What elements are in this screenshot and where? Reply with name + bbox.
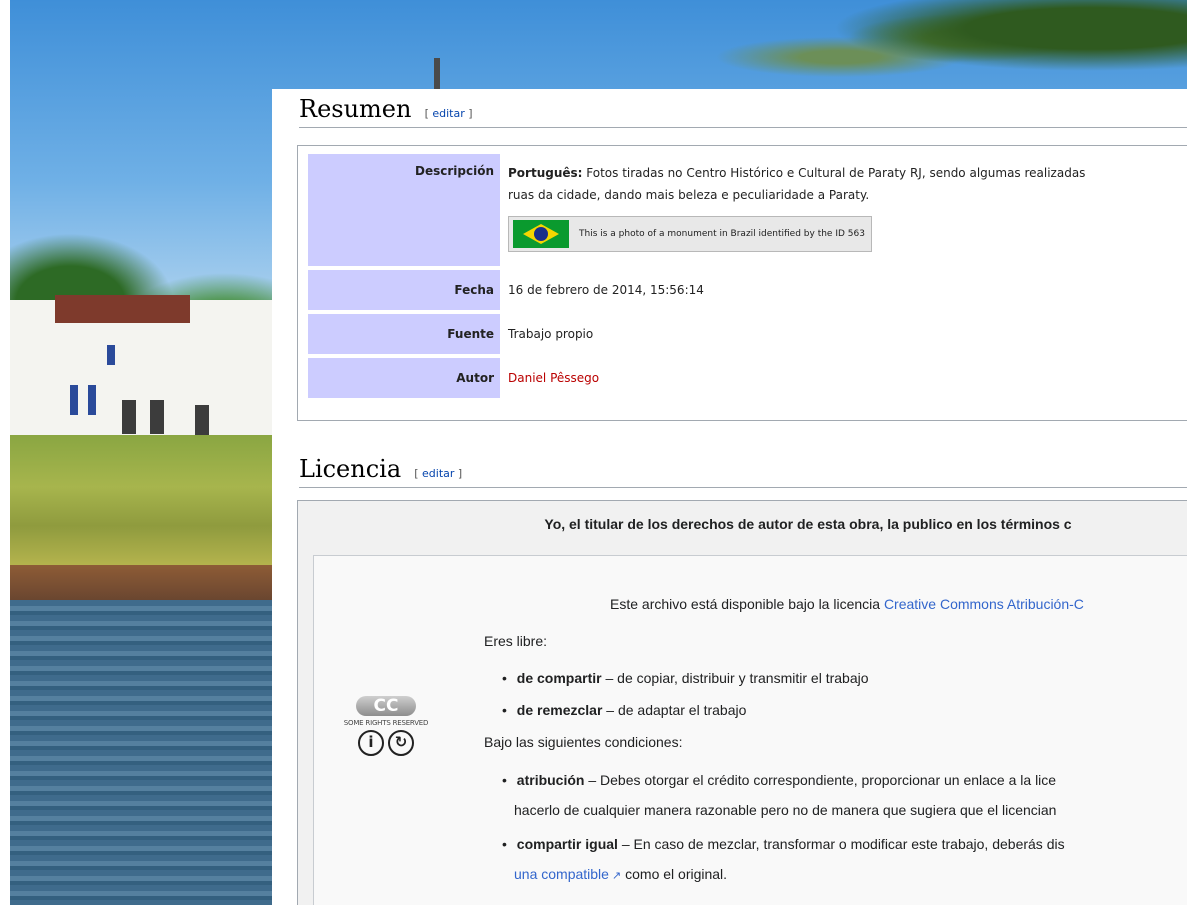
file-description-page: Resumen [ editar ] Descripción Português… [272,89,1187,905]
cc-logo[interactable]: CC SOME RIGHTS RESERVED i ↻ [332,696,440,756]
date-label: Fecha [308,270,500,310]
conditions-title: Bajo las siguientes condiciones: [484,734,683,750]
license-availability: Este archivo está disponible bajo la lic… [610,596,1084,612]
license-header: Yo, el titular de los derechos de autor … [544,516,1072,532]
list-item: de compartir – de copiar, distribuir y t… [502,670,869,686]
external-link-icon: ↗ [608,870,622,882]
free-title: Eres libre: [484,633,548,649]
share-term: de compartir [516,670,602,686]
cc-icon: CC [356,696,416,716]
compatible-license-link[interactable]: una compatible [514,866,609,882]
source-label: Fuente [308,314,500,354]
list-item: de remezclar – de adaptar el trabajo [502,702,747,718]
share-alike-icon: ↻ [388,730,414,756]
description-text-2: ruas da cidade, dando mais beleza e pecu… [508,188,870,202]
description-label: Descripción [308,154,500,266]
cc-rights-text: SOME RIGHTS RESERVED [343,719,429,727]
description-text-1: Fotos tiradas no Centro Histórico e Cult… [586,166,1086,180]
monument-template: This is a photo of a monument in Brazil … [508,216,872,252]
list-item: atribución – Debes otorgar el crédito co… [502,772,1056,788]
date-value: 16 de febrero de 2014, 15:56:14 [508,283,704,297]
language-label: Português: [508,166,583,180]
license-body: CC SOME RIGHTS RESERVED i ↻ Este archivo… [313,555,1187,905]
author-label: Autor [308,358,500,398]
attribution-term: atribución [516,772,585,788]
information-table: Descripción Português: Fotos tiradas no … [297,145,1187,421]
license-title: Licencia [299,455,402,483]
summary-title: Resumen [299,95,412,123]
attribution-icon: i [358,730,384,756]
date-row: Fecha 16 de febrero de 2014, 15:56:14 [308,270,1187,310]
author-row: Autor Daniel Pêssego [308,358,1187,398]
share-alike-text-2: una compatible ↗ como el original. [514,866,728,882]
description-value: Português: Fotos tiradas no Centro Histó… [500,154,1085,266]
description-row: Descripción Português: Fotos tiradas no … [308,154,1187,266]
list-item: compartir igual – En caso de mezclar, tr… [502,836,1065,852]
license-box: Yo, el titular de los derechos de autor … [297,500,1187,905]
source-value: Trabajo propio [508,327,594,341]
availability-text: Este archivo está disponible bajo la lic… [610,596,881,612]
license-edit-link[interactable]: editar [422,467,454,480]
share-alike-term: compartir igual [516,836,618,852]
summary-edit-link[interactable]: editar [432,107,464,120]
author-link[interactable]: Daniel Pêssego [508,371,599,385]
summary-heading: Resumen [ editar ] [299,91,1187,128]
brazil-flag-icon [513,220,569,248]
cc-license-link[interactable]: Creative Commons Atribución-C [884,596,1084,612]
source-row: Fuente Trabajo propio [308,314,1187,354]
attribution-text-2: hacerlo de cualquier manera razonable pe… [514,802,1057,818]
monument-text: This is a photo of a monument in Brazil … [579,229,865,239]
remix-term: de remezclar [516,702,603,718]
license-heading: Licencia [ editar ] [299,451,1187,488]
